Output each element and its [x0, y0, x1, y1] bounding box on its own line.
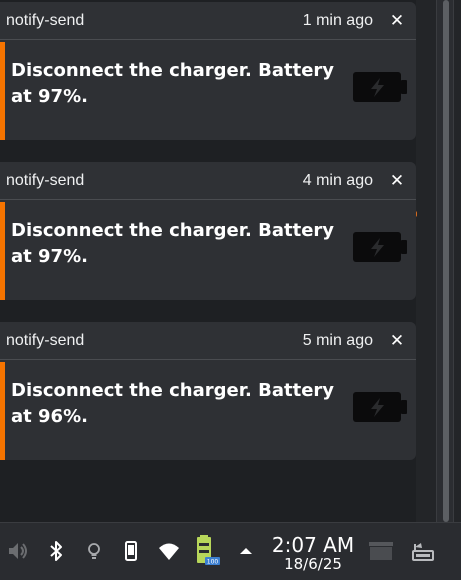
- lightbulb-icon[interactable]: [82, 539, 106, 563]
- battery-icon[interactable]: 100: [193, 535, 221, 567]
- notification-header: notify-send 5 min ago ✕: [0, 322, 416, 360]
- notification-card[interactable]: notify-send 5 min ago ✕ Disconnect the c…: [0, 322, 416, 460]
- volume-muted-icon[interactable]: [6, 539, 30, 563]
- clock-time[interactable]: 2:07 AM: [270, 534, 356, 556]
- battery-charging-icon: [353, 72, 407, 102]
- notification-card[interactable]: notify-send 4 min ago ✕ Disconnect the c…: [0, 162, 416, 300]
- notification-card[interactable]: notify-send 1 min ago ✕ Disconnect the c…: [0, 2, 416, 140]
- close-button[interactable]: ✕: [389, 331, 405, 351]
- scrollbar-thumb[interactable]: [443, 0, 449, 522]
- app-name: notify-send: [6, 172, 85, 189]
- notification-header: notify-send 1 min ago ✕: [0, 2, 416, 40]
- accent-bar: [0, 42, 5, 140]
- phone-icon[interactable]: [119, 539, 143, 563]
- bluetooth-icon[interactable]: [44, 539, 68, 563]
- taskbar: 100 2:07 AM 18/6/25: [0, 522, 461, 580]
- battery-percent-label: 100: [207, 559, 219, 566]
- notification-time: 5 min ago: [302, 332, 373, 349]
- notification-body: Disconnect the charger. Battery at 96%.: [0, 360, 416, 460]
- battery-charging-icon: [353, 392, 407, 422]
- close-button[interactable]: ✕: [389, 171, 405, 191]
- accent-bar: [0, 202, 5, 300]
- notification-message: Disconnect the charger. Battery at 96%.: [11, 380, 335, 427]
- notification-history-panel: notify-send 1 min ago ✕ Disconnect the c…: [0, 0, 461, 580]
- clock-date[interactable]: 18/6/25: [270, 556, 356, 573]
- notification-body: Disconnect the charger. Battery at 97%.: [0, 40, 416, 140]
- wifi-icon[interactable]: [157, 539, 181, 563]
- notification-message: Disconnect the charger. Battery at 97%.: [11, 220, 335, 267]
- notification-body: Disconnect the charger. Battery at 97%.: [0, 200, 416, 300]
- notification-message: Disconnect the charger. Battery at 97%.: [11, 60, 335, 107]
- app-name: notify-send: [6, 332, 85, 349]
- window-list-icon[interactable]: [411, 539, 437, 563]
- app-name: notify-send: [6, 12, 85, 29]
- accent-bar: [0, 362, 5, 460]
- close-button[interactable]: ✕: [389, 11, 405, 31]
- notification-header: notify-send 4 min ago ✕: [0, 162, 416, 200]
- notification-time: 1 min ago: [302, 12, 373, 29]
- battery-charging-icon: [353, 232, 407, 262]
- notification-time: 4 min ago: [302, 172, 373, 189]
- desktop-icon[interactable]: [368, 539, 394, 563]
- arrow-up-icon[interactable]: [234, 539, 258, 563]
